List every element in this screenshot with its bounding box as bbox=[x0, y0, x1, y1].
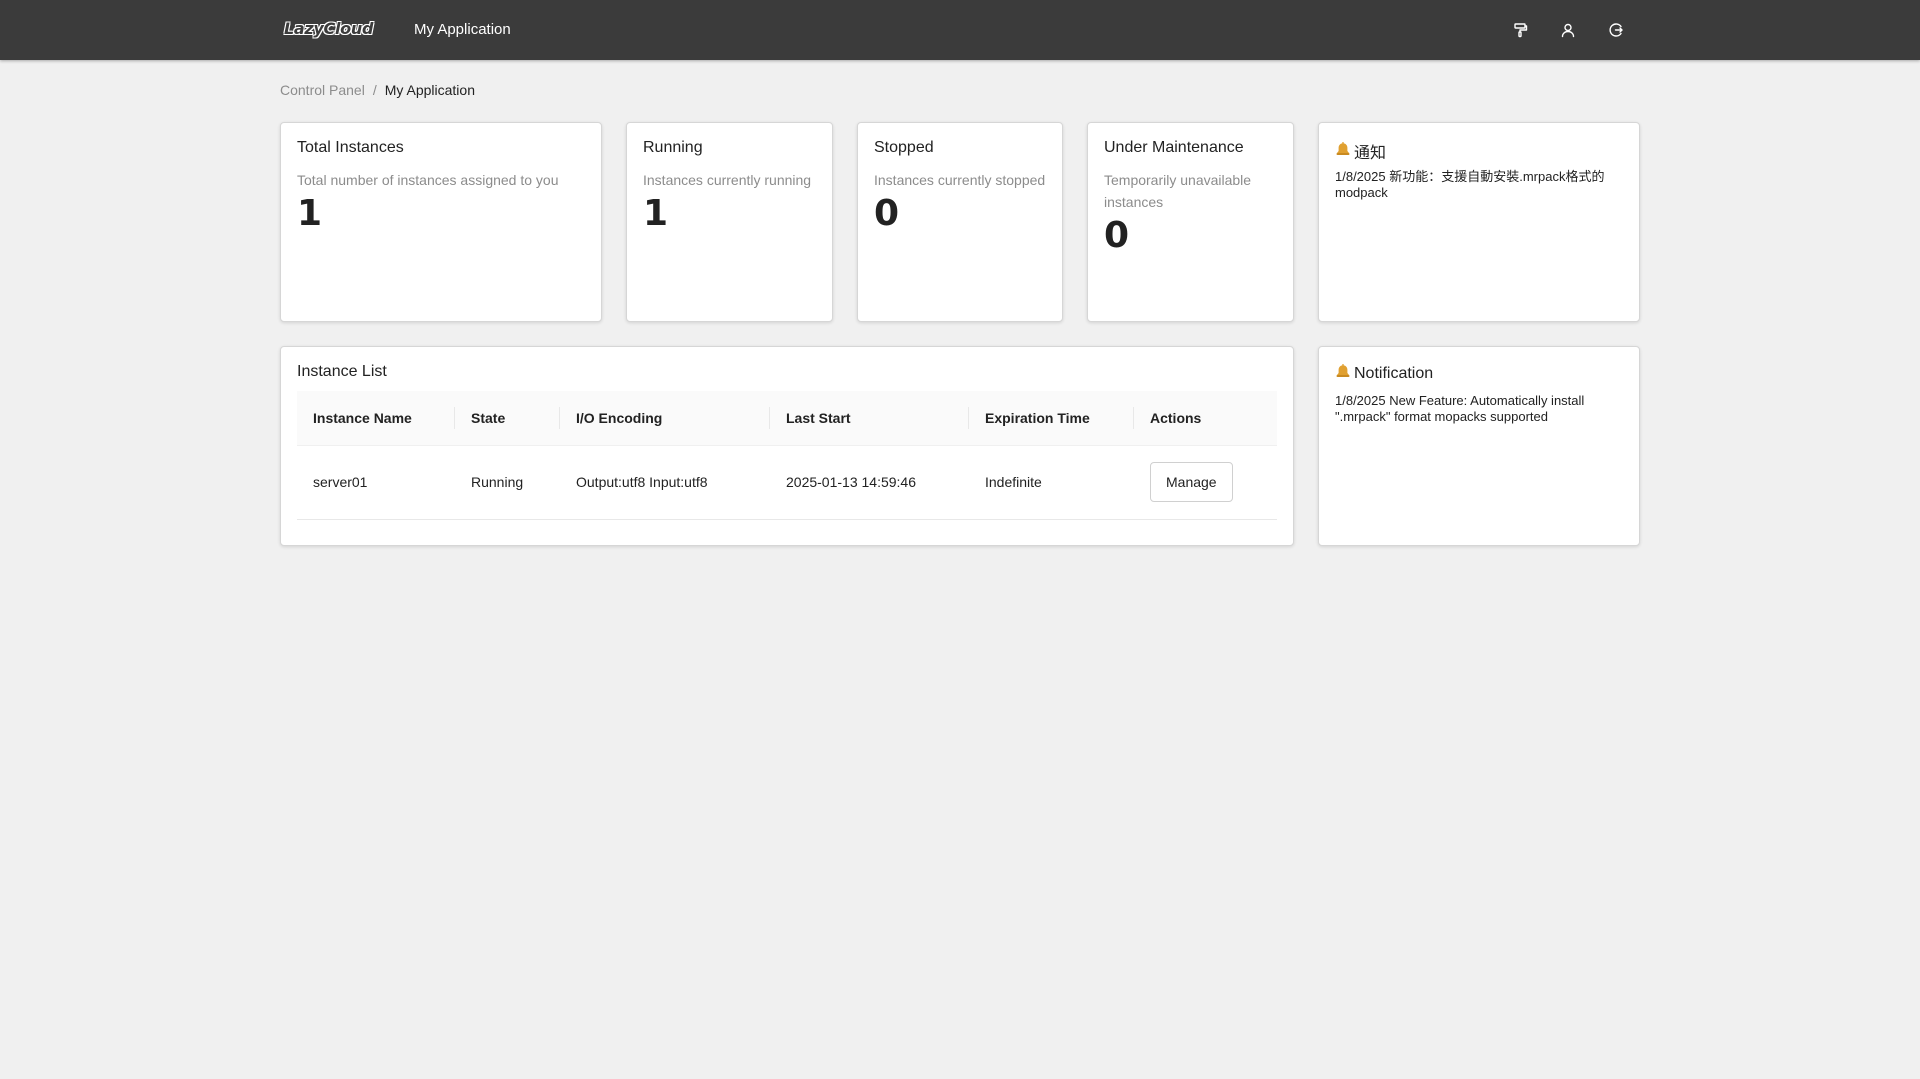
stat-title: Under Maintenance bbox=[1104, 139, 1244, 156]
instance-last-start: 2025-01-13 14:59:46 bbox=[770, 445, 969, 520]
instance-encoding: Output:utf8 Input:utf8 bbox=[560, 445, 770, 520]
stat-title: Running bbox=[643, 139, 703, 156]
stat-card-maintenance: Under Maintenance Temporarily unavailabl… bbox=[1087, 122, 1294, 322]
logout-icon[interactable] bbox=[1604, 18, 1628, 42]
stat-description: Instances currently running bbox=[643, 172, 812, 188]
instance-actions: Manage bbox=[1134, 445, 1277, 520]
column-header: Actions bbox=[1134, 391, 1277, 446]
stat-title: Total Instances bbox=[297, 139, 404, 156]
instance-table: Instance Name State I/O Encoding Last St… bbox=[297, 391, 1277, 520]
stat-card-running: Running Instances currently running 1 bbox=[626, 122, 833, 322]
bell-icon bbox=[1335, 141, 1351, 162]
notice-title-text: 通知 bbox=[1354, 145, 1387, 162]
logo[interactable]: LazyCloud bbox=[284, 19, 373, 38]
instance-list-card: Instance List Instance Name State I/O En… bbox=[280, 346, 1294, 546]
top-bar: LazyCloud My Application bbox=[0, 0, 1920, 60]
notice-body: 1/8/2025 新功能：支援自動安裝.mrpack格式的modpack bbox=[1335, 169, 1605, 200]
stat-value: 1 bbox=[297, 193, 323, 234]
stat-description: Instances currently stopped bbox=[874, 172, 1046, 188]
instance-name: server01 bbox=[297, 445, 455, 520]
notice-title: 通知 bbox=[1335, 139, 1386, 163]
app-title[interactable]: My Application bbox=[414, 21, 511, 38]
stat-card-total: Total Instances Total number of instance… bbox=[280, 122, 602, 322]
notice-card-en: Notification 1/8/2025 New Feature: Autom… bbox=[1318, 346, 1640, 546]
column-header[interactable]: Instance Name bbox=[297, 391, 455, 446]
bell-icon bbox=[1335, 363, 1351, 384]
notice-title-text: Notification bbox=[1354, 364, 1434, 382]
table-row: server01 Running Output:utf8 Input:utf8 … bbox=[297, 445, 1277, 520]
instance-state: Running bbox=[455, 445, 560, 520]
breadcrumb-separator: / bbox=[372, 82, 377, 98]
stat-value: 1 bbox=[643, 193, 669, 234]
stat-description: Total number of instances assigned to yo… bbox=[297, 172, 559, 188]
stat-description: Temporarily unavailable instances bbox=[1104, 172, 1252, 210]
column-header[interactable]: Expiration Time bbox=[969, 391, 1134, 446]
stat-title: Stopped bbox=[874, 139, 934, 156]
instance-list-title: Instance List bbox=[297, 363, 387, 380]
stat-value: 0 bbox=[874, 193, 900, 234]
breadcrumb-root[interactable]: Control Panel bbox=[280, 82, 365, 98]
column-header[interactable]: I/O Encoding bbox=[560, 391, 770, 446]
theme-icon[interactable] bbox=[1508, 18, 1532, 42]
notice-body: 1/8/2025 New Feature: Automatically inst… bbox=[1335, 393, 1585, 424]
user-icon[interactable] bbox=[1556, 18, 1580, 42]
notice-title: Notification bbox=[1335, 363, 1433, 384]
column-header[interactable]: State bbox=[455, 391, 560, 446]
stat-value: 0 bbox=[1104, 215, 1130, 256]
column-header[interactable]: Last Start bbox=[770, 391, 969, 446]
breadcrumb: Control Panel / My Application bbox=[280, 82, 475, 98]
breadcrumb-current: My Application bbox=[384, 82, 475, 98]
notice-card-zh: 通知 1/8/2025 新功能：支援自動安裝.mrpack格式的modpack bbox=[1318, 122, 1640, 322]
table-header-row: Instance Name State I/O Encoding Last St… bbox=[297, 391, 1277, 446]
instance-expiration: Indefinite bbox=[969, 445, 1134, 520]
stat-card-stopped: Stopped Instances currently stopped 0 bbox=[857, 122, 1063, 322]
manage-button[interactable]: Manage bbox=[1150, 462, 1233, 502]
